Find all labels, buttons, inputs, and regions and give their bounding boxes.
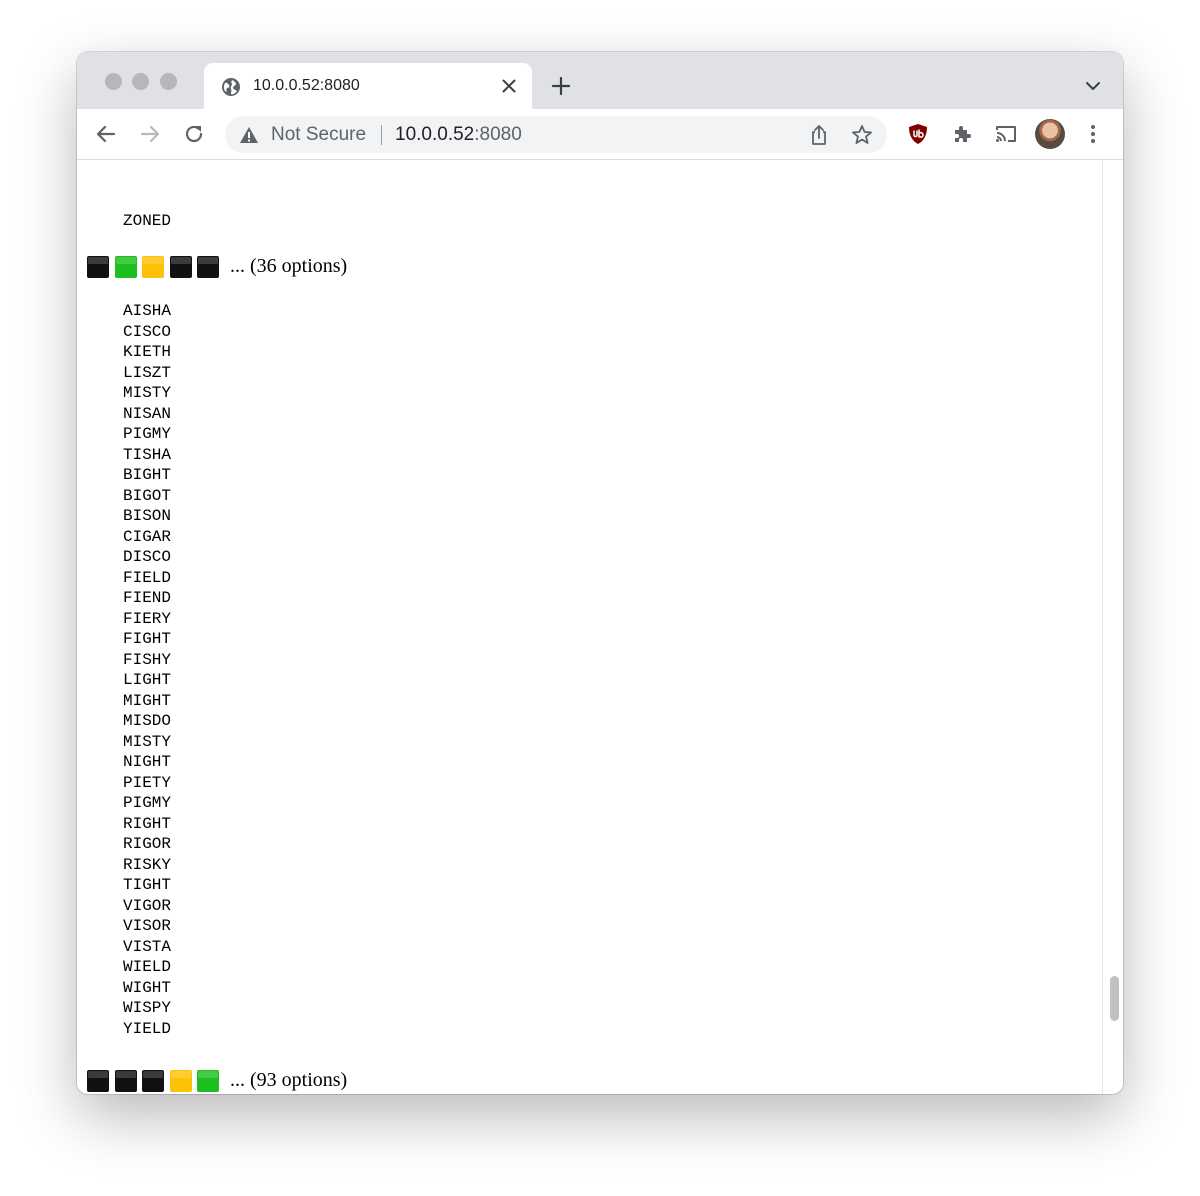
candidate-word: MISTY <box>123 384 172 402</box>
options-count: ... (36 options) <box>230 255 348 277</box>
candidate-word: LIGHT <box>123 671 172 689</box>
candidate-word: PIGMY <box>123 794 172 812</box>
yellow-square <box>142 256 164 278</box>
candidate-word: BIGOT <box>123 486 172 505</box>
zoom-window-button[interactable] <box>160 73 177 90</box>
candidate-word: MIGHT <box>123 691 172 710</box>
candidate-word: RISKY <box>123 855 172 874</box>
warning-icon <box>240 127 258 143</box>
tab-title: 10.0.0.52:8080 <box>253 77 360 94</box>
candidate-word: FISHY <box>123 650 172 669</box>
candidate-word: CISCO <box>123 322 172 341</box>
url-text[interactable]: 10.0.0.52:8080 <box>395 124 522 146</box>
share-icon[interactable] <box>807 123 831 147</box>
black-square <box>197 256 219 278</box>
url-host: 10.0.0.52 <box>395 124 475 145</box>
candidate-word: RIGOR <box>123 835 172 853</box>
candidate-word: BISON <box>123 507 172 525</box>
black-square <box>142 1070 164 1092</box>
green-square <box>197 1070 219 1092</box>
candidate-word: NISAN <box>123 404 172 423</box>
minimize-window-button[interactable] <box>132 73 149 90</box>
candidate-word: KIETH <box>123 343 172 361</box>
chevron-down-icon[interactable] <box>1084 79 1102 93</box>
candidate-word: WISPY <box>123 999 172 1017</box>
candidate-word: DISCO <box>123 548 172 566</box>
active-tab[interactable]: 10.0.0.52:8080 <box>204 63 532 109</box>
back-arrow-icon[interactable] <box>94 122 118 146</box>
candidate-word: LISZT <box>123 363 172 382</box>
browser-toolbar: Not Secure 10.0.0.52:8080 <box>77 109 1123 160</box>
candidate-word: TIGHT <box>123 876 172 894</box>
close-tab-icon[interactable] <box>500 77 518 95</box>
new-tab-icon[interactable] <box>551 76 571 96</box>
reload-icon[interactable] <box>182 122 206 146</box>
candidate-word: NIGHT <box>123 753 172 771</box>
candidate-word: WIELD <box>123 958 172 976</box>
candidate-word: MISTY <box>123 732 172 751</box>
page-content: ZONED ... (36 options) AISHA CISCO KIETH LIS… <box>77 160 1102 1094</box>
candidate-word: WIGHT <box>123 978 172 997</box>
browser-window: 10.0.0.52:8080 Not Secure 10.0.0.52:8080… <box>77 52 1123 1094</box>
candidate-word: PIETY <box>123 773 172 792</box>
candidate-word: AISHA <box>123 302 172 320</box>
yellow-square <box>169 1070 192 1092</box>
candidate-word: TISHA <box>123 445 172 464</box>
candidate-word: FIERY <box>123 609 172 628</box>
candidate-word: VISOR <box>123 917 172 935</box>
candidate-word: RIGHT <box>123 814 172 833</box>
forward-arrow-icon[interactable] <box>138 122 162 146</box>
candidate-word: MISDO <box>123 712 172 730</box>
candidate-word: VISTA <box>123 937 172 956</box>
green-square <box>114 256 137 278</box>
globe-icon <box>222 78 240 96</box>
candidate-word: FIEND <box>123 589 172 607</box>
scrollbar-track[interactable] <box>1102 160 1123 1094</box>
profile-avatar[interactable] <box>1035 119 1065 149</box>
black-square <box>114 1070 137 1092</box>
scrollbar-thumb[interactable] <box>1110 976 1119 1021</box>
candidate-word: FIGHT <box>123 630 172 648</box>
candidate-word: PIGMY <box>123 425 172 443</box>
close-window-button[interactable] <box>105 73 122 90</box>
candidate-word: BIGHT <box>123 466 172 484</box>
candidate-word: YIELD <box>123 1019 172 1038</box>
candidate-word: FIELD <box>123 568 172 587</box>
black-square <box>169 256 192 278</box>
candidate-word: CIGAR <box>123 527 172 546</box>
black-square <box>87 256 109 278</box>
tab-strip: 10.0.0.52:8080 <box>77 52 1123 109</box>
extensions-puzzle-icon[interactable] <box>950 122 974 146</box>
options-count: ... (93 options) <box>230 1069 348 1091</box>
security-label[interactable]: Not Secure <box>271 124 366 146</box>
address-bar[interactable]: Not Secure 10.0.0.52:8080 <box>225 116 887 153</box>
address-separator <box>381 125 382 145</box>
top-word: ZONED <box>123 212 172 230</box>
candidate-word: VIGOR <box>123 896 172 915</box>
url-port: :8080 <box>474 124 522 145</box>
black-square <box>87 1070 109 1092</box>
bookmark-star-icon[interactable] <box>850 123 874 147</box>
kebab-menu-icon[interactable] <box>1081 122 1105 146</box>
ublock-shield-icon[interactable] <box>906 122 930 146</box>
cast-icon[interactable] <box>994 122 1018 146</box>
